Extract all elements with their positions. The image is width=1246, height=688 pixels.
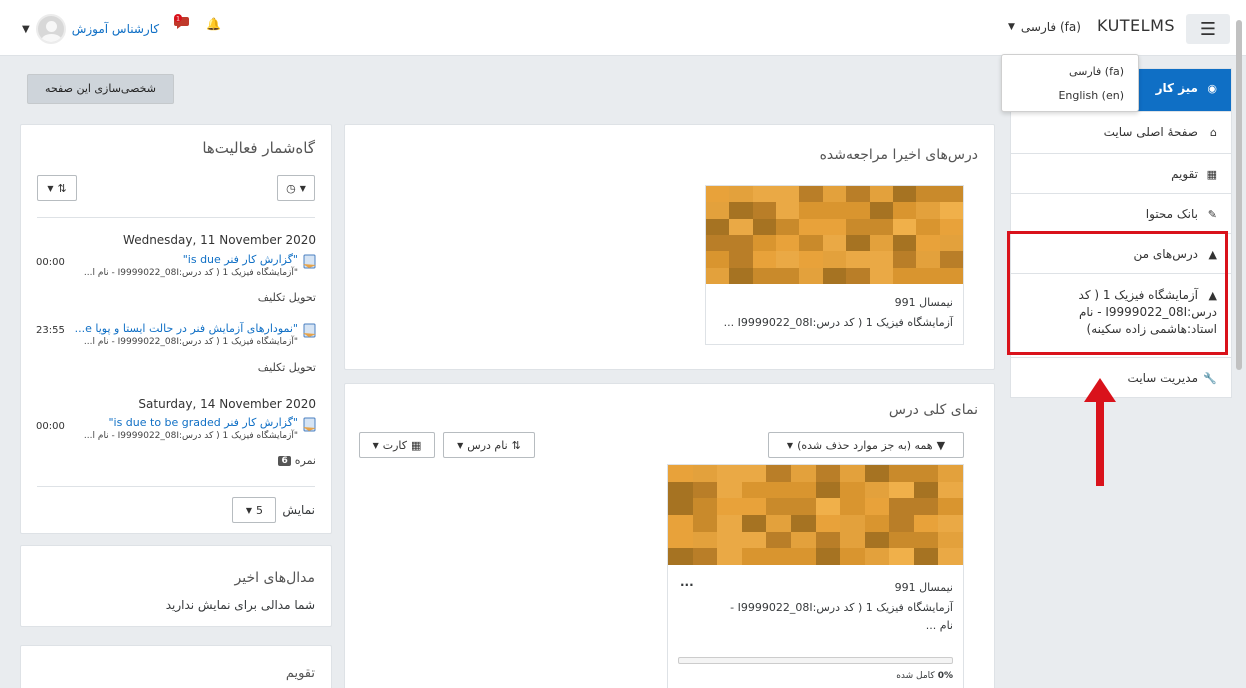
language-option-fa[interactable]: فارسی (fa) [1069,65,1124,78]
nav-item-site-admin[interactable]: 🔧مدیریت سایت [1011,371,1231,385]
course-card[interactable]: نیمسال 991 آزمایشگاه فیزیک 1 ( کد درس:I9… [705,185,964,345]
show-count-select[interactable]: 5 ▼ [232,497,277,523]
event-course: "آزمایشگاه فیزیک 1 ( کد درس:I9999022_08I… [83,431,298,441]
hamburger-menu-button[interactable]: ☰ [1186,14,1230,44]
customize-page-button[interactable]: شخصی‌سازی این صفحه [27,74,174,104]
event-title-link[interactable]: "نمودارهای آزمایش فنر در حالت ایستا و پو… [75,322,298,335]
event-grade: نمره 6 [278,454,316,467]
notifications-bell-icon[interactable]: 🔔 [206,17,221,31]
course-progress-bar [678,657,953,664]
event-action-link[interactable]: تحویل تکلیف [258,291,316,304]
wrench-icon: 🔧 [1203,372,1217,385]
language-option-en[interactable]: English (en) [1058,89,1124,102]
event-title-link[interactable]: "گزارش کار فنر is due to be graded" [108,416,298,429]
calendar-icon: ▦ [1206,168,1217,181]
clock-icon: ◷ [286,181,296,195]
event-time: 00:00 [36,257,65,268]
language-label: فارسی (fa) [1020,20,1081,34]
show-count: نمایش 5 ▼ [232,497,315,523]
course-image[interactable] [668,465,963,565]
timeline-date: Saturday, 14 November 2020 [138,397,316,411]
assignment-icon [303,417,316,432]
caret-down-icon: ▼ [22,23,30,35]
course-overview-block: نمای کلی درس ▼ همه (به جز موارد حذف شده)… [344,383,995,688]
nav-item-calendar[interactable]: ▦تقویم [1011,167,1231,181]
course-name-link-cont[interactable]: نام ... [926,619,953,632]
language-dropdown: فارسی (fa) English (en) [1001,54,1139,112]
event-title-link[interactable]: "گزارش کار فنر is due" [183,253,298,266]
event-time: 23:55 [36,325,65,336]
view-dropdown[interactable]: ▦ کارت ▼ [359,432,435,458]
event-action-link[interactable]: تحویل تکلیف [258,361,316,374]
overview-title: نمای کلی درس [888,402,978,418]
recent-courses-block: درس‌های اخیرا مراجعه‌شده نیمسال 991 آزما… [344,124,995,370]
timeline-title: گاه‌شمار فعالیت‌ها [202,139,315,157]
grade-badge: 6 [278,455,291,466]
calendar-title: تقویم [285,666,315,681]
event-course: "آزمایشگاه فیزیک 1 ( کد درس:I9999022_08I… [83,337,298,347]
user-name: کارشناس آموزش [71,22,160,36]
site-brand[interactable]: KUTELMS [1097,16,1175,35]
avatar [35,14,66,44]
user-menu[interactable]: ▼ کارشناس آموزش [22,14,159,44]
message-badge: 1 [176,16,180,23]
page-scrollbar[interactable] [1236,20,1242,370]
assignment-icon [303,323,316,338]
timeline-block: گاه‌شمار فعالیت‌ها ◷ ▼ ▼ ⇅ Wednesday, 11 N… [20,124,332,534]
timeline-sort-button[interactable]: ▼ ⇅ [37,175,77,201]
messages-icon[interactable]: 1 [174,14,190,30]
recent-courses-title: درس‌های اخیرا مراجعه‌شده [819,147,978,163]
show-label: نمایش [282,503,315,517]
tachometer-icon: ◉ [1207,82,1217,95]
filter-icon: ▼ [936,438,946,452]
sort-dropdown[interactable]: ⇅ نام درس ▼ [443,432,535,458]
recent-badges-block: مدال‌های اخیر شما مدالی برای نمایش نداری… [20,545,332,627]
language-menu-toggle[interactable]: ▼ فارسی (fa) [1008,20,1081,34]
highlight-box [1007,231,1228,355]
course-image[interactable] [706,186,963,284]
event-time: 00:00 [36,421,65,432]
course-category: نیمسال 991 [894,296,953,309]
nav-item-content-bank[interactable]: ✎بانک محتوا [1011,207,1231,221]
nav-item-site-home[interactable]: ⌂صفحهٔ اصلی سایت [1011,125,1231,139]
course-progress-text: 0% کامل شده [896,671,953,681]
course-name-link[interactable]: آزمایشگاه فیزیک 1 ( کد درس:I9999022_08I … [730,601,953,614]
course-more-menu[interactable]: ... [680,575,694,589]
grid-icon: ▦ [411,438,422,452]
badges-title: مدال‌های اخیر [234,570,315,586]
sort-icon: ⇅ [511,438,521,452]
course-name-link[interactable]: آزمایشگاه فیزیک 1 ( کد درس:I9999022_08I … [724,316,953,329]
event-course: "آزمایشگاه فیزیک 1 ( کد درس:I9999022_08I… [83,268,298,278]
timeline-date: Wednesday, 11 November 2020 [123,233,316,247]
home-icon: ⌂ [1210,126,1217,139]
badges-empty-text: شما مدالی برای نمایش ندارید [165,598,315,612]
calendar-block: تقویم [20,645,332,688]
sort-icon: ⇅ [57,181,67,195]
red-arrow-annotation [1084,378,1116,486]
grouping-filter-dropdown[interactable]: ▼ همه (به جز موارد حذف شده) ▼ [768,432,964,458]
hamburger-icon: ☰ [1199,18,1217,40]
timeline-filter-button[interactable]: ◷ ▼ [277,175,315,201]
assignment-icon [303,254,316,269]
course-category: نیمسال 991 [894,581,953,594]
caret-down-icon: ▼ [1008,22,1015,32]
paint-brush-icon: ✎ [1207,208,1217,221]
course-card[interactable]: نیمسال 991 ... آزمایشگاه فیزیک 1 ( کد در… [667,464,964,688]
